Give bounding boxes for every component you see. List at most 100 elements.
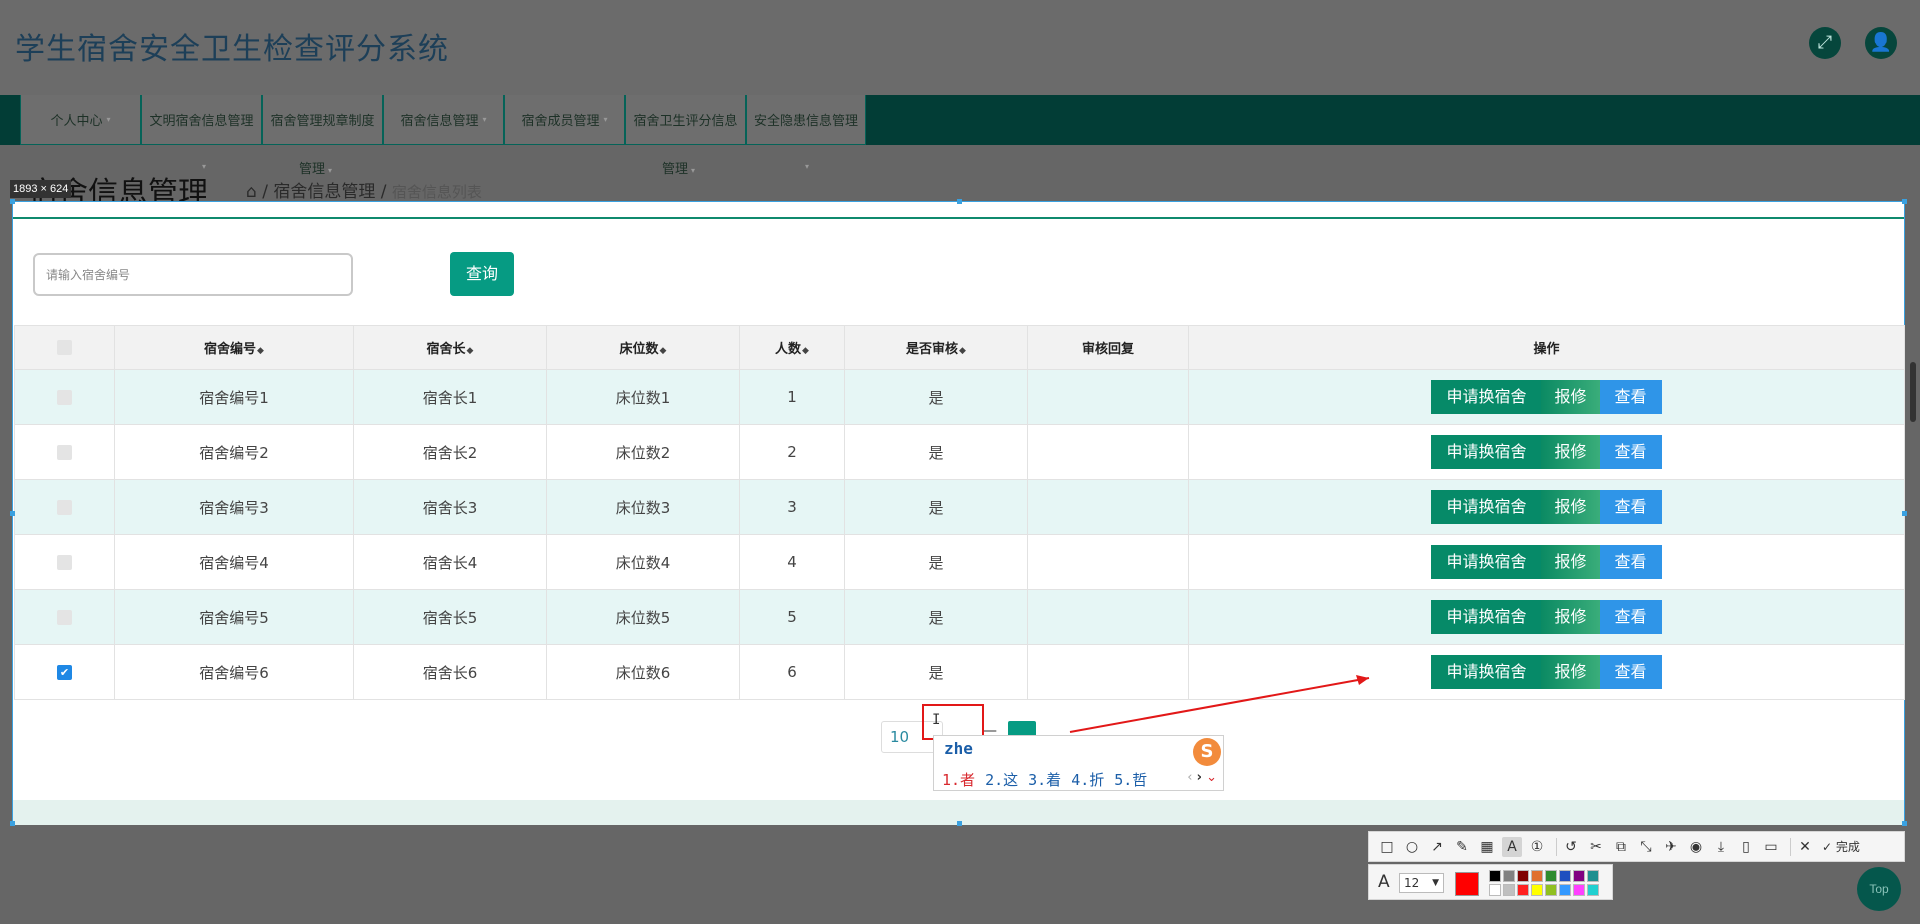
- row-checkbox[interactable]: [57, 610, 72, 625]
- pin-icon[interactable]: ✈: [1661, 837, 1681, 857]
- font-size-select[interactable]: 12 ▼: [1399, 873, 1444, 893]
- chevron-left-icon[interactable]: ‹: [1187, 770, 1192, 785]
- ocr-icon[interactable]: ✂: [1586, 837, 1606, 857]
- color-swatch[interactable]: [1587, 870, 1599, 882]
- row-select-cell[interactable]: ✔: [14, 644, 115, 700]
- rect-icon[interactable]: □: [1377, 837, 1397, 857]
- resize-handle[interactable]: [1902, 511, 1907, 516]
- color-swatch[interactable]: [1531, 884, 1543, 896]
- mosaic-icon[interactable]: ▦: [1477, 837, 1497, 857]
- color-swatch[interactable]: [1545, 884, 1557, 896]
- record-icon[interactable]: ◉: [1686, 837, 1706, 857]
- resize-handle[interactable]: [10, 511, 15, 516]
- bookmark-icon[interactable]: ▭: [1761, 837, 1781, 857]
- chevron-right-icon[interactable]: ›: [1197, 770, 1202, 785]
- sort-icon[interactable]: ◆: [257, 346, 264, 356]
- color-swatch[interactable]: [1587, 884, 1599, 896]
- view-button[interactable]: 查看: [1599, 655, 1662, 689]
- ime-candidate[interactable]: 2.这: [985, 769, 1018, 790]
- col-count[interactable]: 人数◆: [739, 325, 845, 370]
- scrollbar-thumb[interactable]: [1910, 362, 1916, 422]
- resize-handle[interactable]: [957, 821, 962, 826]
- row-checkbox[interactable]: [57, 445, 72, 460]
- select-all-checkbox[interactable]: [57, 340, 72, 355]
- row-select-cell[interactable]: [14, 589, 115, 645]
- color-swatch[interactable]: [1573, 884, 1585, 896]
- repair-button[interactable]: 报修: [1541, 435, 1600, 469]
- color-swatch[interactable]: [1517, 884, 1529, 896]
- text-icon[interactable]: A: [1502, 836, 1522, 857]
- row-select-cell[interactable]: [14, 479, 115, 535]
- sort-icon[interactable]: ◆: [467, 346, 474, 356]
- home-icon[interactable]: ⌂: [246, 182, 257, 202]
- row-checkbox[interactable]: [57, 500, 72, 515]
- row-select-cell[interactable]: [14, 369, 115, 425]
- col-leader[interactable]: 宿舍长◆: [353, 325, 547, 370]
- resize-handle[interactable]: [10, 199, 15, 204]
- resize-handle[interactable]: [1902, 199, 1907, 204]
- ime-candidate[interactable]: 3.着: [1028, 769, 1061, 790]
- apply-swap-dorm-button[interactable]: 申请换宿舍: [1431, 490, 1542, 524]
- breadcrumb-parent[interactable]: 宿舍信息管理: [273, 182, 375, 202]
- ime-candidate[interactable]: 1.者: [942, 769, 975, 790]
- save-icon[interactable]: ⤓: [1711, 837, 1731, 857]
- capture-region[interactable]: 查询 宿舍编号◆ 宿舍长◆ 床位数◆ 人数◆ 是否审核◆ 审核回复 操作 宿舍编…: [10, 199, 1907, 826]
- apply-swap-dorm-button[interactable]: 申请换宿舍: [1431, 600, 1542, 634]
- ime-candidate-window[interactable]: zhe S 1.者 2.这 3.着 4.折 5.哲 ‹ › ⌄: [933, 735, 1224, 791]
- color-swatch[interactable]: [1531, 870, 1543, 882]
- current-color-swatch[interactable]: [1455, 872, 1479, 896]
- nav-dorm-members[interactable]: 宿舍成员管理 ▾: [504, 95, 625, 145]
- col-beds[interactable]: 床位数◆: [546, 325, 740, 370]
- resize-handle[interactable]: [1902, 821, 1907, 826]
- nav-sub-label[interactable]: 管理 ▾: [662, 158, 695, 177]
- back-to-top-button[interactable]: Top: [1857, 867, 1901, 911]
- col-audited[interactable]: 是否审核◆: [844, 325, 1028, 370]
- nav-civilized-dorm[interactable]: 文明宿舍信息管理: [141, 95, 262, 145]
- repair-button[interactable]: 报修: [1541, 380, 1600, 414]
- ime-candidate[interactable]: 4.折: [1071, 769, 1104, 790]
- nav-dorm-rules[interactable]: 宿舍管理规章制度: [262, 95, 383, 145]
- scroll-capture-icon[interactable]: ⤡: [1636, 837, 1656, 857]
- color-swatch[interactable]: [1545, 870, 1557, 882]
- done-button[interactable]: ✓ 完成: [1822, 838, 1860, 855]
- long-capture-icon[interactable]: ▯: [1736, 837, 1756, 857]
- pen-icon[interactable]: ✎: [1452, 837, 1472, 857]
- row-checkbox[interactable]: [57, 390, 72, 405]
- color-swatch[interactable]: [1503, 870, 1515, 882]
- query-button[interactable]: 查询: [450, 252, 514, 296]
- repair-button[interactable]: 报修: [1541, 600, 1600, 634]
- color-swatch[interactable]: [1517, 870, 1529, 882]
- chevron-down-icon[interactable]: ⌄: [1206, 770, 1217, 785]
- nav-sub-caret[interactable]: ▾: [802, 158, 809, 173]
- color-swatch[interactable]: [1489, 870, 1501, 882]
- fullscreen-button[interactable]: ⤢: [1809, 27, 1841, 59]
- undo-icon[interactable]: ↺: [1561, 837, 1581, 857]
- color-swatch[interactable]: [1559, 884, 1571, 896]
- row-checkbox[interactable]: [57, 555, 72, 570]
- ellipse-icon[interactable]: ○: [1402, 837, 1422, 857]
- color-swatch[interactable]: [1559, 870, 1571, 882]
- nav-safety-hazard[interactable]: 安全隐患信息管理: [746, 95, 866, 145]
- resize-handle[interactable]: [10, 821, 15, 826]
- repair-button[interactable]: 报修: [1541, 545, 1600, 579]
- nav-personal-center[interactable]: 个人中心 ▾: [20, 95, 141, 145]
- color-swatch[interactable]: [1573, 870, 1585, 882]
- repair-button[interactable]: 报修: [1541, 490, 1600, 524]
- nav-hygiene-score[interactable]: 宿舍卫生评分信息: [625, 95, 746, 145]
- translate-icon[interactable]: ⧉: [1611, 837, 1631, 857]
- sort-icon[interactable]: ◆: [959, 346, 966, 356]
- color-swatch[interactable]: [1489, 884, 1501, 896]
- row-checkbox-checked[interactable]: ✔: [57, 665, 72, 680]
- view-button[interactable]: 查看: [1599, 600, 1662, 634]
- arrow-icon[interactable]: ↗: [1427, 837, 1447, 857]
- apply-swap-dorm-button[interactable]: 申请换宿舍: [1431, 435, 1542, 469]
- col-dorm-id[interactable]: 宿舍编号◆: [114, 325, 354, 370]
- apply-swap-dorm-button[interactable]: 申请换宿舍: [1431, 655, 1542, 689]
- view-button[interactable]: 查看: [1599, 435, 1662, 469]
- resize-handle[interactable]: [957, 199, 962, 204]
- ime-candidate[interactable]: 5.哲: [1114, 769, 1147, 790]
- repair-button[interactable]: 报修: [1541, 655, 1600, 689]
- sort-icon[interactable]: ◆: [660, 346, 667, 356]
- apply-swap-dorm-button[interactable]: 申请换宿舍: [1431, 380, 1542, 414]
- select-all-cell[interactable]: [14, 325, 115, 370]
